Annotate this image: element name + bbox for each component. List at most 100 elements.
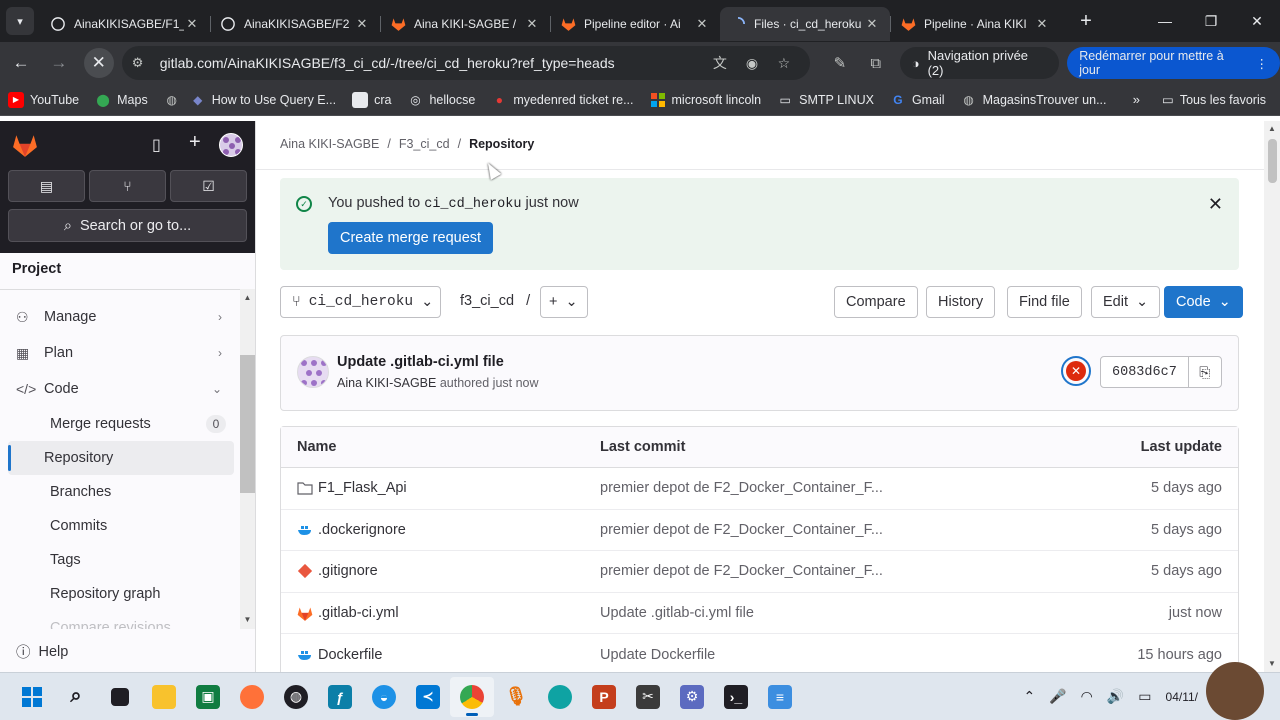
sidebar-item-repository-graph[interactable]: Repository graph [6,577,234,611]
translate-icon[interactable]: 文 [704,53,736,73]
file-name-link[interactable]: F1_Flask_Api [318,480,407,496]
bookmark-smtp-folder[interactable]: ▭ SMTP LINUX [777,92,873,108]
close-tab-icon[interactable]: ✕ [864,16,880,32]
taskbar-mic-app[interactable]: 🎙 [494,677,538,717]
code-dropdown[interactable]: Code ⌄ [1164,286,1243,318]
microphone-icon[interactable]: 🎤 [1049,688,1066,705]
table-row[interactable]: .dockerignore premier depot de F2_Docker… [281,510,1238,552]
browser-tab[interactable]: AinaKIKISAGBE/F1_ ✕ [40,7,210,41]
gitlab-logo-icon[interactable] [12,133,38,160]
bookmark-globe[interactable]: ◍ [164,92,180,108]
file-name-link[interactable]: .dockerignore [318,522,406,538]
file-commit-link[interactable]: premier depot de F2_Docker_Container_F..… [600,480,1038,496]
bookmark-query[interactable]: ◆ How to Use Query E... [190,92,336,108]
tracking-eye-icon[interactable]: ◉ [736,55,768,72]
close-tab-icon[interactable]: ✕ [1034,16,1050,32]
file-name-link[interactable]: .gitlab-ci.yml [318,605,399,621]
taskbar-file-explorer[interactable] [142,677,186,717]
bookmark-microsoft[interactable]: microsoft lincoln [650,92,761,108]
taskbar-chrome[interactable] [450,676,494,717]
close-icon[interactable]: ✕ [1208,194,1223,215]
minimize-icon[interactable]: — [1142,13,1188,30]
start-button[interactable] [10,677,54,717]
scroll-up-icon[interactable]: ▲ [1264,124,1280,133]
extension-icon[interactable]: ✎ [822,54,858,72]
edit-dropdown[interactable]: Edit ⌄ [1091,286,1161,318]
back-icon[interactable]: ← [4,46,38,80]
bookmark-gmail[interactable]: G Gmail [890,92,944,108]
close-tab-icon[interactable]: ✕ [184,16,200,32]
browser-tab[interactable]: Pipeline · Aina KIKI ✕ [890,7,1060,41]
taskbar-notepad[interactable]: ≡ [758,677,802,717]
close-window-icon[interactable]: ✕ [1234,13,1280,30]
add-to-tree-dropdown[interactable]: + ⌄ [540,286,588,318]
copy-sha-icon[interactable]: ⎘ [1189,357,1221,387]
extensions-puzzle-icon[interactable]: ⧉ [858,55,894,72]
browser-tab[interactable]: Pipeline editor · Ai ✕ [550,7,720,41]
table-row[interactable]: F1_Flask_Api premier depot de F2_Docker_… [281,468,1238,510]
sidebar-item-compare-revisions[interactable]: Compare revisions [6,611,234,629]
breadcrumb-current[interactable]: Repository [469,137,534,151]
taskbar-app[interactable]: ƒ [318,677,362,717]
scroll-down-icon[interactable]: ▼ [1264,659,1280,668]
forward-icon[interactable]: → [42,46,76,80]
search-button[interactable]: ⌕ Search or go to... [8,209,247,242]
file-commit-link[interactable]: Update .gitlab-ci.yml file [600,605,1038,621]
taskbar-app[interactable]: ⚙ [670,677,714,717]
restore-icon[interactable]: ❐ [1188,13,1234,30]
scroll-down-icon[interactable]: ▼ [240,615,255,624]
sidebar-toggle-icon[interactable]: ▯ [152,135,161,155]
history-button[interactable]: History [926,286,996,318]
chevron-up-icon[interactable]: ⌃ [1023,688,1035,705]
file-commit-link[interactable]: Update Dockerfile [600,647,1038,663]
site-info-icon[interactable]: ⚙ [132,55,154,71]
main-scrollbar[interactable]: ▲ ▼ [1264,121,1280,672]
taskbar-github-desktop[interactable]: ◍ [274,677,318,717]
bookmark-maps[interactable]: ⬤ Maps [95,92,147,108]
bookmark-edenred[interactable]: ● myedenred ticket re... [491,92,634,108]
find-file-button[interactable]: Find file [1007,286,1082,318]
issues-counter-button[interactable]: ▤ [8,170,85,202]
bookmark-hellocse[interactable]: ◎ hellocse [407,92,475,108]
pipeline-status-failed[interactable]: ✕ [1061,356,1091,386]
main-scrollbar-thumb[interactable] [1268,139,1277,183]
wifi-icon[interactable]: ◠ [1081,688,1093,705]
commit-title-link[interactable]: Update .gitlab-ci.yml file [337,354,504,370]
author-avatar[interactable] [297,356,329,388]
breadcrumb-project[interactable]: F3_ci_cd [399,137,450,151]
bookmark-cra[interactable]: cra [352,91,391,108]
clock[interactable]: 04/11/ [1166,690,1198,704]
bookmark-youtube[interactable]: ▶ YouTube [8,91,79,108]
taskbar-app[interactable]: ▣ [186,677,230,717]
sidebar-item-tags[interactable]: Tags [6,543,234,577]
branch-selector[interactable]: ⑂ ci_cd_heroku ⌄ [280,286,441,318]
commit-sha-link[interactable]: 6083d6c7 [1101,357,1189,387]
commit-author-link[interactable]: Aina KIKI-SAGBE [337,376,436,390]
taskbar-terminal[interactable]: ›_ [714,677,758,717]
all-bookmarks-button[interactable]: ▭ Tous les favoris [1162,92,1266,108]
create-merge-request-button[interactable]: Create merge request [328,222,494,254]
create-new-icon[interactable]: + [189,131,201,154]
taskbar-docker[interactable]: ◒ [362,677,406,717]
browser-tab-active[interactable]: Files · ci_cd_heroku ✕ [720,7,890,41]
user-avatar[interactable] [219,133,243,157]
taskbar-search[interactable]: ⌕ [54,677,98,717]
sidebar-item-manage[interactable]: ⚇ Manage › [0,299,240,335]
close-tab-icon[interactable]: ✕ [694,16,710,32]
close-tab-icon[interactable]: ✕ [354,16,370,32]
scroll-up-icon[interactable]: ▲ [240,293,255,302]
sidebar-item-code[interactable]: </> Code ⌄ [0,371,240,407]
more-bookmarks-icon[interactable]: » [1133,92,1140,107]
taskbar-snipping[interactable]: ✂ [626,677,670,717]
browser-tab[interactable]: Aina KIKI-SAGBE / ✕ [380,7,550,41]
file-commit-link[interactable]: premier depot de F2_Docker_Container_F..… [600,563,1038,579]
bookmark-magasins[interactable]: ◍ MagasinsTrouver un... [961,92,1106,108]
browser-tab[interactable]: AinaKIKISAGBE/F2 ✕ [210,7,380,41]
taskbar-firefox[interactable] [230,677,274,717]
taskbar-powerpoint[interactable]: P [582,677,626,717]
sidebar-item-plan[interactable]: ▦ Plan › [0,335,240,371]
file-name-link[interactable]: Dockerfile [318,647,382,663]
sidebar-item-merge-requests[interactable]: Merge requests 0 [6,407,234,441]
taskbar-vscode[interactable]: ≺ [406,677,450,717]
taskbar-task-view[interactable] [98,677,142,717]
